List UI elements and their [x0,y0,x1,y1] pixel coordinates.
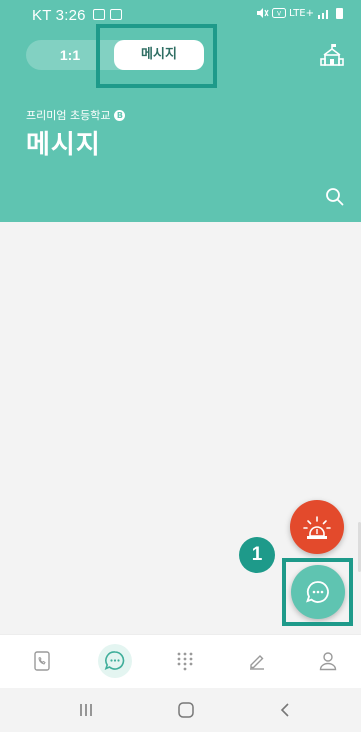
nav-write[interactable] [240,644,274,678]
school-badge-icon: B [114,109,126,121]
person-icon [319,652,337,671]
dialpad-icon [177,652,193,671]
status-bar: KT 3:26 V LTE+ [0,0,361,28]
status-time: KT 3:26 [32,7,86,24]
new-message-button[interactable] [291,565,345,619]
nav-messages[interactable] [98,644,132,678]
phone-book-icon [34,651,50,671]
pencil-icon [250,655,264,670]
volte-icon: V [272,8,286,18]
battery-icon [336,7,343,19]
recents-button[interactable] [74,698,98,722]
school-name-label: 프리미엄 초등학교 [26,109,111,122]
siren-icon [303,516,331,539]
status-icons: V LTE+ [255,7,343,19]
home-button[interactable] [174,698,198,722]
nav-phonebook[interactable] [25,644,59,678]
back-icon [280,703,289,717]
tab-switcher: 1:1 메시지 [26,40,204,70]
nav-dialpad[interactable] [168,644,202,678]
bottom-navigation [0,634,361,688]
chat-bubble-icon [306,581,329,603]
app-header: KT 3:26 V LTE+ 1:1 메시지 프리미엄 초등학교 B 메시지 [0,0,361,222]
recents-icon [80,704,92,716]
school-icon[interactable] [319,42,345,68]
home-icon [178,702,194,718]
system-navigation-bar [0,688,361,732]
signal-icon [318,9,328,19]
back-button[interactable] [274,698,298,722]
step-badge: 1 [239,537,275,573]
mute-icon [257,8,269,18]
search-icon[interactable] [325,187,345,207]
emergency-alarm-button[interactable] [290,500,344,554]
tab-one-to-one[interactable]: 1:1 [26,40,114,70]
svg-text:V: V [277,11,282,18]
chat-icon [104,651,125,670]
tab-message[interactable]: 메시지 [114,40,204,70]
network-type: LTE+ [289,7,314,19]
school-name[interactable]: 프리미엄 초등학교 B [26,107,126,123]
gallery-notification-icon [93,9,105,20]
image-notification-icon [110,9,122,20]
nav-profile[interactable] [311,644,345,678]
page-title: 메시지 [26,130,101,160]
